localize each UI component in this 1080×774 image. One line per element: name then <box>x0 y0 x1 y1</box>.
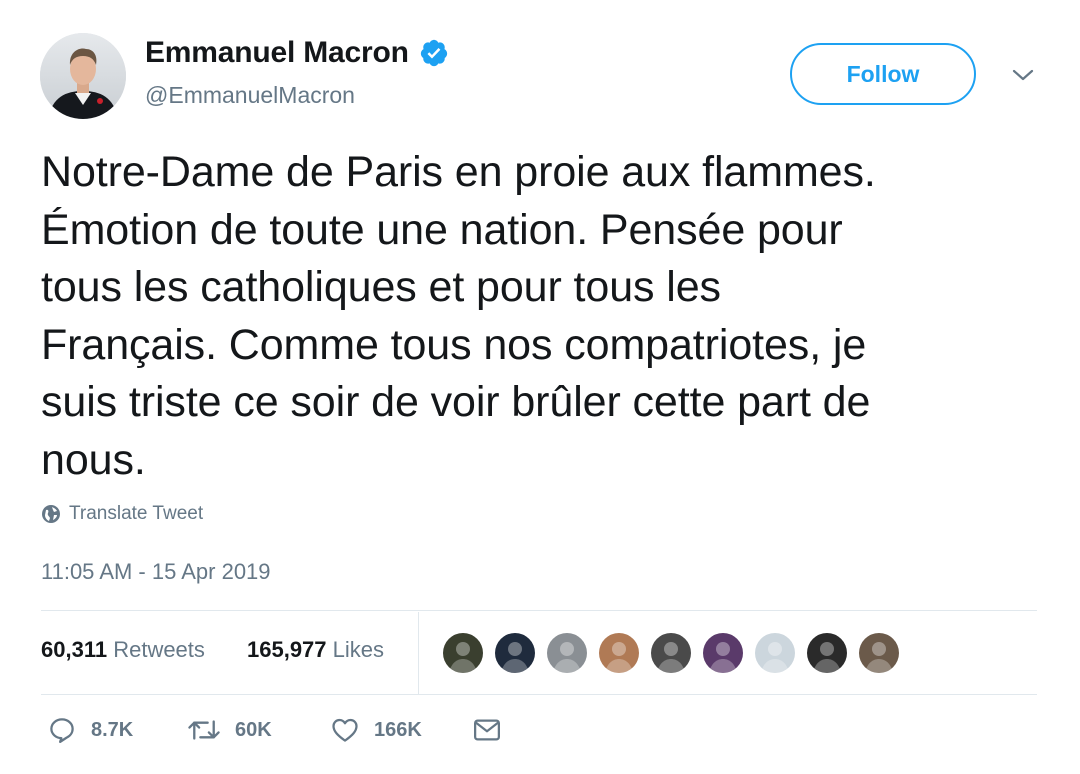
divider <box>41 610 1037 611</box>
retweets-stat[interactable]: 60,311 Retweets <box>41 637 205 663</box>
liker-avatar-image <box>703 633 743 673</box>
stats-separator <box>418 612 419 694</box>
liker-avatar-image <box>443 633 483 673</box>
verified-badge-icon <box>420 39 447 67</box>
liker-avatar-image <box>547 633 587 673</box>
liker-avatar-image <box>599 633 639 673</box>
name-row: Emmanuel Macron <box>145 36 449 70</box>
translate-tweet-link[interactable]: Translate Tweet <box>41 503 203 525</box>
reply-count: 8.7K <box>91 718 134 741</box>
avatar[interactable] <box>40 33 126 119</box>
like-button[interactable]: 166K <box>330 715 422 745</box>
translate-tweet-label: Translate Tweet <box>69 503 204 524</box>
direct-message-button[interactable] <box>472 715 502 745</box>
heart-icon <box>332 718 358 742</box>
liker-avatar-image <box>495 633 535 673</box>
avatar-image <box>40 33 126 119</box>
handle[interactable]: @EmmanuelMacron <box>145 82 355 109</box>
follow-button[interactable]: Follow <box>790 43 976 105</box>
reply-icon <box>50 718 74 743</box>
like-count: 166K <box>374 718 422 741</box>
liker-avatar-6[interactable] <box>701 631 745 675</box>
likes-count: 165,977 <box>247 637 327 662</box>
globe-icon <box>42 505 60 523</box>
liker-avatar-image <box>755 633 795 673</box>
stats-row: 60,311 Retweets 165,977 Likes <box>41 612 1037 694</box>
reply-button[interactable]: 8.7K <box>47 715 133 745</box>
tweet-card: Emmanuel Macron @EmmanuelMacron Follow N… <box>0 0 1080 774</box>
chevron-down-icon <box>1012 69 1034 81</box>
liker-avatar-8[interactable] <box>805 631 849 675</box>
liker-avatar-1[interactable] <box>441 631 485 675</box>
liker-avatar-image <box>651 633 691 673</box>
liker-avatar-image <box>807 633 847 673</box>
likes-stat[interactable]: 165,977 Likes <box>247 637 384 663</box>
more-options-button[interactable] <box>1010 64 1036 86</box>
liker-avatar-4[interactable] <box>597 631 641 675</box>
liker-avatar-9[interactable] <box>857 631 901 675</box>
envelope-icon <box>474 719 500 741</box>
divider <box>41 694 1037 695</box>
liker-avatar-7[interactable] <box>753 631 797 675</box>
tweet-text: Notre-Dame de Paris en proie aux flammes… <box>41 148 876 484</box>
liker-avatar-5[interactable] <box>649 631 693 675</box>
retweets-count: 60,311 <box>41 637 108 662</box>
liker-avatar-image <box>859 633 899 673</box>
retweet-count: 60K <box>235 718 272 741</box>
retweet-button[interactable]: 60K <box>187 715 272 745</box>
likes-label: Likes <box>332 637 385 662</box>
retweets-label: Retweets <box>113 637 205 662</box>
timestamp[interactable]: 11:05 AM - 15 Apr 2019 <box>41 559 271 585</box>
liker-avatar-2[interactable] <box>493 631 537 675</box>
display-name[interactable]: Emmanuel Macron <box>145 36 409 70</box>
liker-avatar-3[interactable] <box>545 631 589 675</box>
retweet-icon <box>188 720 220 740</box>
